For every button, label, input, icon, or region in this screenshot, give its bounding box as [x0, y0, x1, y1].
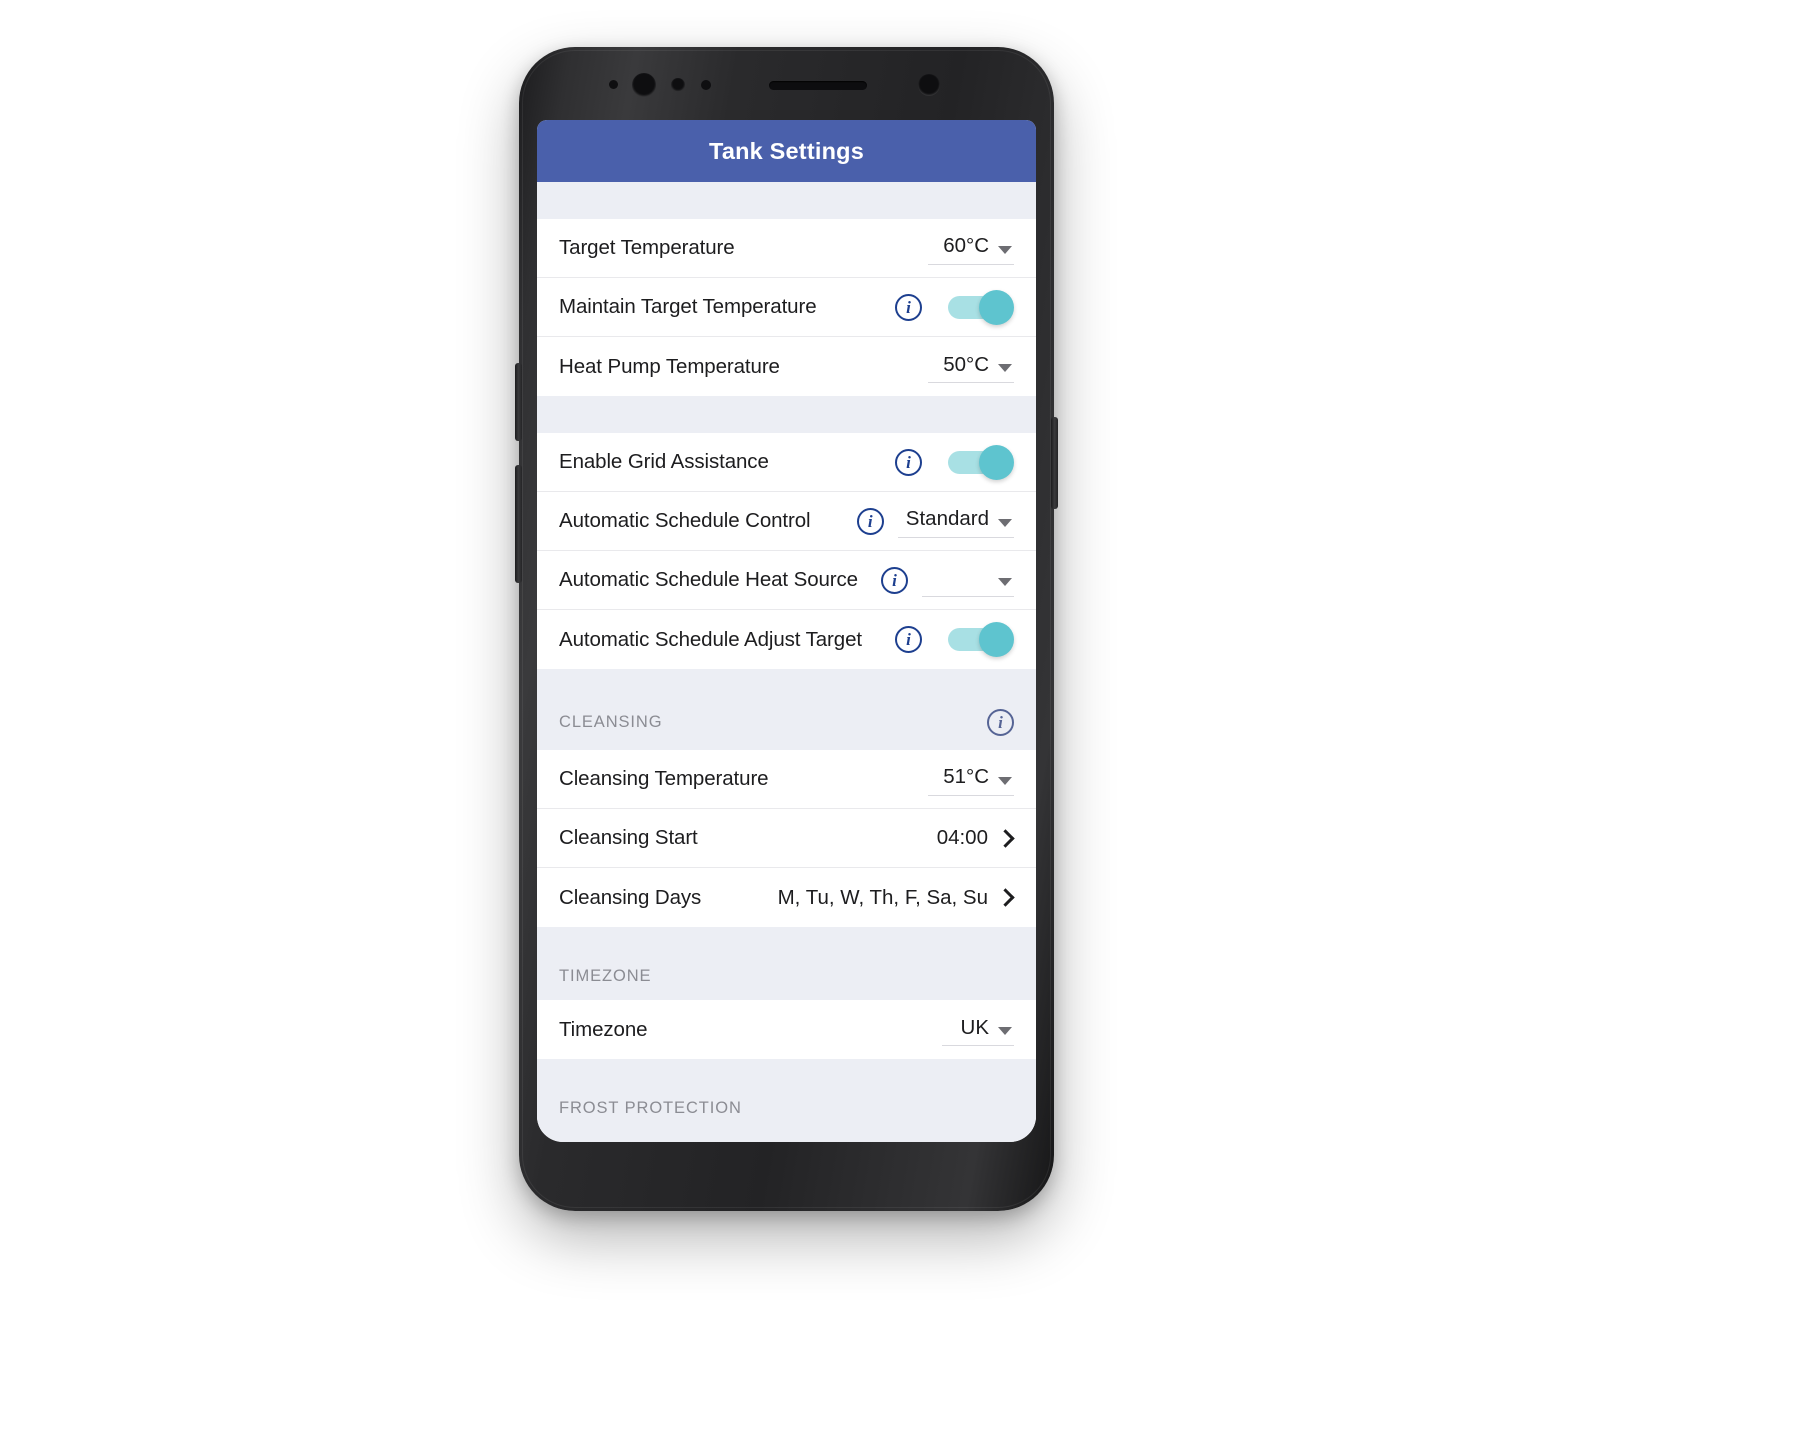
enable-grid-assistance-toggle[interactable] [948, 444, 1014, 480]
info-icon[interactable]: i [856, 507, 884, 535]
row-label: Maintain Target Temperature [559, 295, 817, 318]
row-value: 04:00 [936, 826, 988, 849]
page-title: Tank Settings [709, 137, 864, 164]
toggle-thumb [979, 622, 1014, 657]
row-value: M, Tu, W, Th, F, Sa, Su [777, 885, 988, 909]
row-label: Automatic Schedule Control [559, 509, 811, 532]
row-enable-grid-assistance[interactable]: Enable Grid Assistance i [537, 433, 1036, 492]
row-label: Heat Pump Temperature [559, 354, 780, 378]
row-automatic-schedule-control[interactable]: Automatic Schedule Control i Standard [537, 492, 1036, 551]
info-icon[interactable]: i [895, 626, 922, 653]
section-header-cleansing: CLEANSING i [537, 669, 1036, 750]
row-target-temperature[interactable]: Target Temperature 60°C [537, 219, 1036, 278]
proximity-sensor-icon [701, 80, 711, 90]
row-label: Enable Grid Assistance [559, 450, 769, 473]
row-cleansing-temperature[interactable]: Cleansing Temperature 51°C [537, 750, 1036, 809]
app-bar: Tank Settings [537, 120, 1036, 182]
assistant-button[interactable] [515, 465, 522, 583]
section-caption: CLEANSING [559, 713, 663, 731]
chevron-down-icon [998, 364, 1012, 372]
phone-device-frame: Tank Settings Target Temperature 60°C Ma… [515, 47, 1058, 1211]
automatic-schedule-adjust-target-toggle[interactable] [948, 622, 1014, 657]
heat-pump-temperature-dropdown[interactable]: 50°C [928, 350, 1014, 383]
row-maintain-target-temperature[interactable]: Maintain Target Temperature i [537, 278, 1036, 337]
section-header-timezone: TIMEZONE [537, 927, 1036, 1000]
info-icon[interactable]: i [987, 709, 1014, 736]
chevron-down-icon [998, 776, 1012, 785]
row-cleansing-start[interactable]: Cleansing Start 04:00 [537, 809, 1036, 868]
section-caption: TIMEZONE [559, 967, 652, 985]
toggle-thumb [979, 444, 1014, 480]
maintain-target-temperature-toggle[interactable] [948, 289, 1014, 325]
cleansing-temperature-dropdown[interactable]: 51°C [928, 763, 1014, 796]
row-label: Cleansing Days [559, 885, 702, 909]
row-automatic-schedule-heat-source[interactable]: Automatic Schedule Heat Source i [537, 551, 1036, 610]
screenshot-canvas: Tank Settings Target Temperature 60°C Ma… [0, 0, 1800, 1440]
row-automatic-schedule-adjust-target[interactable]: Automatic Schedule Adjust Target i [537, 610, 1036, 669]
settings-group-grid-assistance: Enable Grid Assistance i Automatic Sched… [537, 433, 1036, 669]
phone-screen: Tank Settings Target Temperature 60°C Ma… [537, 120, 1036, 1142]
automatic-schedule-heat-source-dropdown[interactable] [922, 564, 1014, 597]
section-caption: FROST PROTECTION [559, 1099, 742, 1117]
chevron-down-icon [998, 1027, 1012, 1035]
section-header-frost-protection: FROST PROTECTION [537, 1059, 1036, 1132]
timezone-dropdown[interactable]: UK [942, 1013, 1014, 1046]
row-label: Cleansing Start [559, 826, 698, 849]
target-temperature-dropdown[interactable]: 60°C [928, 232, 1014, 265]
dropdown-value: UK [960, 1015, 989, 1039]
toggle-thumb [979, 289, 1014, 325]
dropdown-value: 50°C [943, 352, 989, 376]
chevron-down-icon [998, 245, 1012, 254]
power-button[interactable] [1051, 417, 1058, 509]
volume-button[interactable] [515, 363, 522, 441]
chevron-down-icon [998, 518, 1012, 527]
settings-scroll-container[interactable]: Target Temperature 60°C Maintain Target … [537, 182, 1036, 1142]
row-cleansing-days[interactable]: Cleansing Days M, Tu, W, Th, F, Sa, Su [537, 868, 1036, 927]
row-heat-pump-temperature[interactable]: Heat Pump Temperature 50°C [537, 337, 1036, 396]
dropdown-value: Standard [905, 507, 989, 530]
row-label: Automatic Schedule Heat Source [559, 568, 858, 591]
chevron-right-icon [996, 828, 1015, 848]
row-label: Automatic Schedule Adjust Target [559, 627, 862, 651]
info-icon[interactable]: i [895, 293, 922, 321]
settings-group-timezone: Timezone UK [537, 1000, 1036, 1059]
info-icon[interactable]: i [881, 566, 908, 594]
automatic-schedule-control-dropdown[interactable]: Standard [897, 505, 1014, 538]
led-indicator-icon [918, 74, 940, 96]
settings-group-temperature: Target Temperature 60°C Maintain Target … [537, 219, 1036, 396]
iris-sensor-icon [671, 78, 685, 92]
row-timezone[interactable]: Timezone UK [537, 1000, 1036, 1059]
info-icon[interactable]: i [895, 448, 922, 476]
chevron-down-icon [998, 577, 1012, 586]
sensor-dot-icon [609, 80, 618, 89]
dropdown-value: 60°C [943, 234, 989, 257]
row-label: Timezone [559, 1017, 648, 1041]
chevron-right-icon [996, 888, 1015, 907]
row-label: Target Temperature [559, 236, 735, 259]
row-label: Cleansing Temperature [559, 767, 769, 790]
section-spacer [537, 396, 1036, 433]
section-spacer [537, 182, 1036, 219]
settings-group-cleansing: Cleansing Temperature 51°C Cleansing Sta… [537, 750, 1036, 927]
earpiece-speaker [769, 81, 867, 90]
front-camera-icon [632, 73, 656, 97]
dropdown-value: 51°C [943, 765, 989, 788]
